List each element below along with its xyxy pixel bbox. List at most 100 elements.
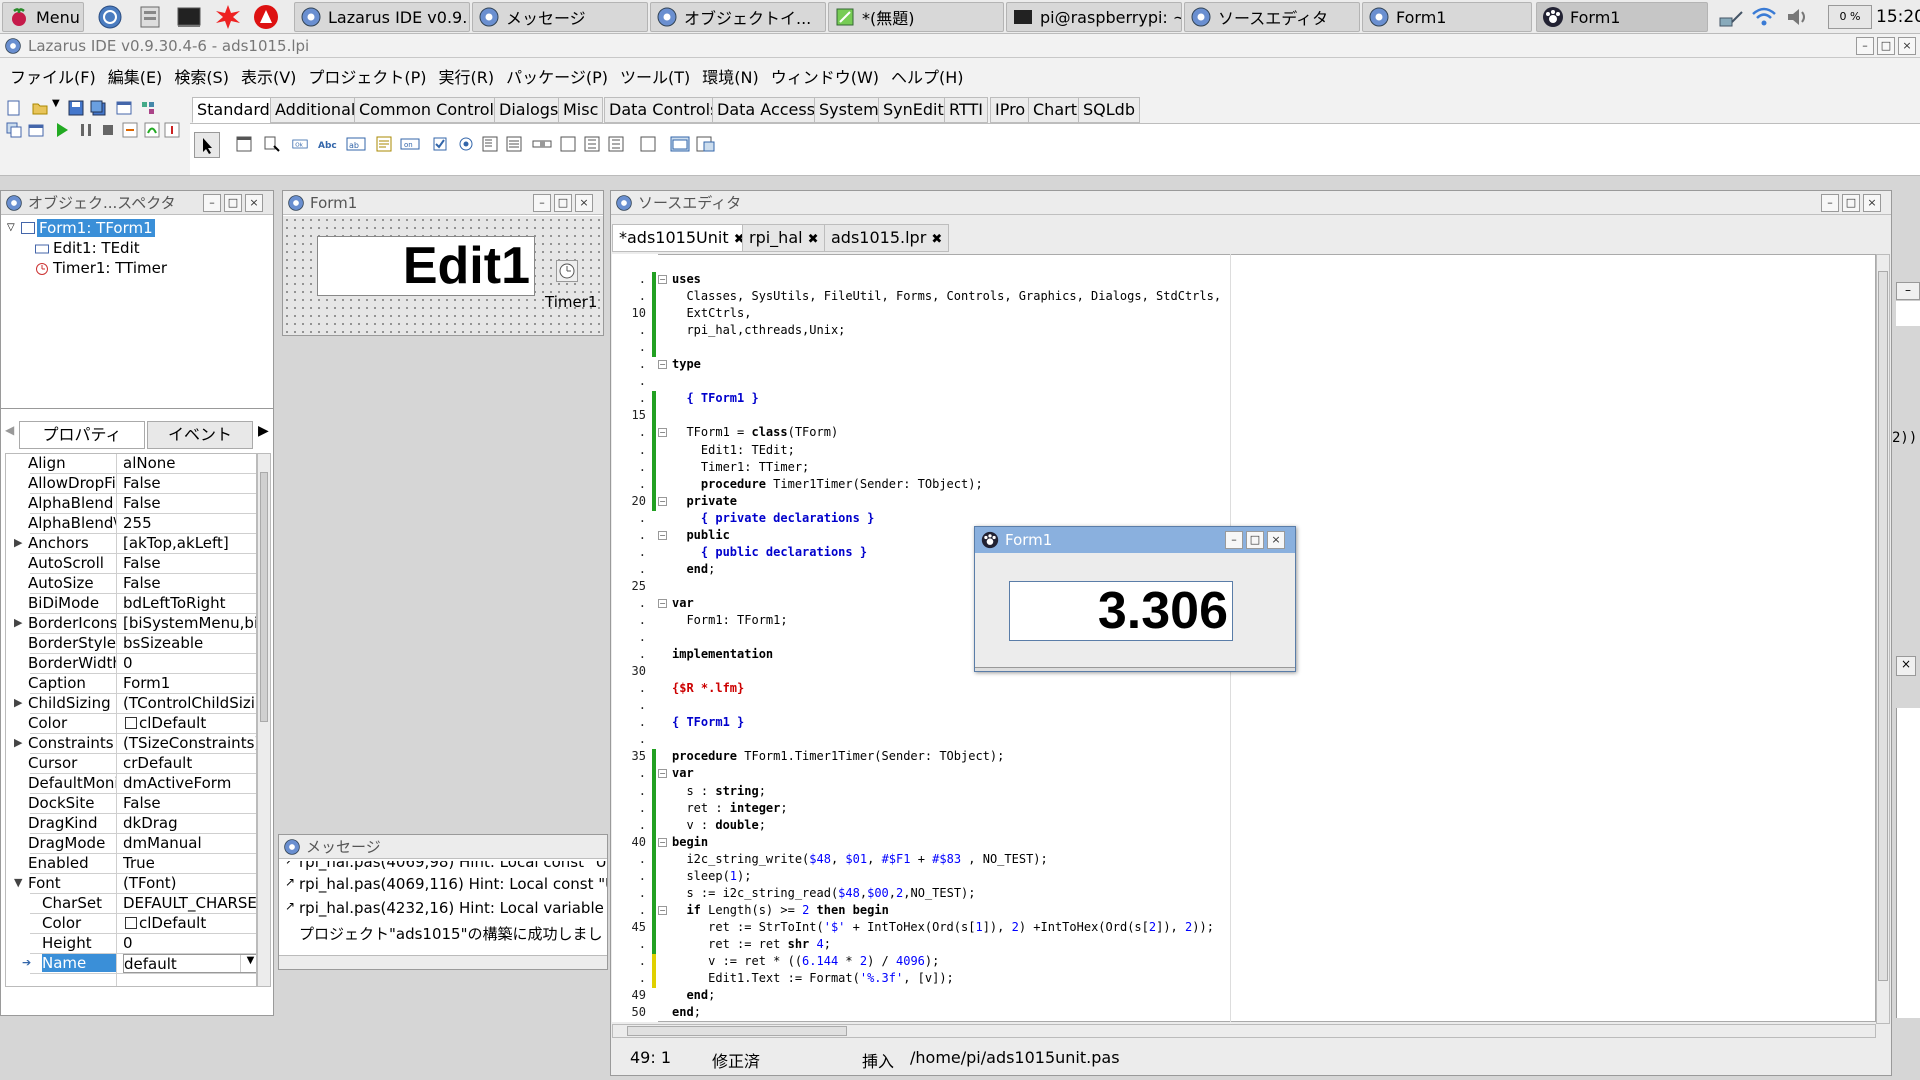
fold-toggle-icon[interactable]: − bbox=[658, 496, 667, 506]
property-value[interactable]: bdLeftToRight bbox=[123, 594, 256, 612]
fold-toggle-icon[interactable]: − bbox=[658, 837, 667, 847]
tab-common-controls[interactable]: Common Controls bbox=[354, 97, 508, 123]
property-row[interactable]: DragKind dkDrag bbox=[6, 814, 236, 834]
tradiobutton-icon[interactable] bbox=[458, 136, 474, 152]
code-line[interactable]: implementation bbox=[672, 647, 773, 664]
property-row[interactable]: CharSet DEFAULT_CHARSE bbox=[6, 894, 256, 914]
close-button[interactable]: × bbox=[575, 194, 593, 212]
expand-icon[interactable]: ▶ bbox=[14, 616, 22, 629]
burst-icon[interactable] bbox=[214, 3, 242, 31]
tbutton-icon[interactable]: Ok bbox=[292, 136, 308, 152]
code-line[interactable]: ret := StrToInt('$' + IntToHex(Ord(s[1])… bbox=[672, 920, 1214, 937]
property-value[interactable]: 0 bbox=[123, 654, 256, 672]
tcheckgroup-icon[interactable] bbox=[608, 136, 624, 152]
tab-dialogs[interactable]: Dialogs bbox=[494, 97, 564, 123]
step-into-icon[interactable] bbox=[122, 122, 138, 138]
editor-tab-ads1015unit[interactable]: *ads1015Unit ✖ bbox=[612, 224, 752, 252]
collapse-icon[interactable]: ▽ bbox=[7, 222, 15, 233]
property-value[interactable]: dmManual bbox=[123, 834, 256, 852]
options-icon[interactable] bbox=[140, 100, 156, 116]
tgroupbox-icon[interactable] bbox=[560, 136, 576, 152]
taskbar-form1-design[interactable]: Form1 bbox=[1362, 2, 1532, 32]
property-row[interactable]: DragMode dmManual bbox=[6, 834, 236, 854]
property-value[interactable]: 0 bbox=[123, 934, 256, 952]
minimize-button[interactable]: – bbox=[1225, 531, 1243, 549]
maximize-button[interactable]: □ bbox=[1877, 37, 1895, 55]
code-line[interactable]: Edit1: TEdit; bbox=[672, 443, 795, 460]
tradiogroup-icon[interactable] bbox=[584, 136, 600, 152]
code-line[interactable]: procedure Timer1Timer(Sender: TObject); bbox=[672, 477, 983, 494]
property-row[interactable]: ▼ Font (TFont) bbox=[6, 874, 236, 894]
property-row[interactable]: BiDiMode bdLeftToRight bbox=[6, 594, 236, 614]
code-line[interactable]: s : string; bbox=[672, 784, 766, 801]
property-row[interactable]: BorderStyle bsSizeable bbox=[6, 634, 236, 654]
new-form-icon[interactable] bbox=[116, 100, 132, 116]
property-row[interactable]: AllowDropFi False bbox=[6, 474, 236, 494]
save-all-icon[interactable] bbox=[90, 100, 106, 116]
code-line[interactable]: Classes, SysUtils, FileUtil, Forms, Cont… bbox=[672, 289, 1221, 306]
fold-toggle-icon[interactable]: − bbox=[658, 530, 667, 540]
property-row[interactable]: Cursor crDefault bbox=[6, 754, 236, 774]
property-value[interactable]: clDefault bbox=[123, 914, 256, 932]
tcombobox-icon[interactable] bbox=[506, 136, 522, 152]
property-value[interactable]: False bbox=[123, 494, 256, 512]
menu-search[interactable]: 検索(S) bbox=[168, 64, 235, 88]
menu-help[interactable]: ヘルプ(H) bbox=[885, 64, 970, 88]
maximize-button[interactable]: □ bbox=[224, 194, 242, 212]
maximize-button[interactable]: □ bbox=[1246, 531, 1264, 549]
code-line[interactable]: sleep(1); bbox=[672, 869, 751, 886]
property-scrollbar[interactable] bbox=[257, 453, 271, 987]
property-row[interactable]: ▶ ChildSizing (TControlChildSizin bbox=[6, 694, 256, 714]
code-line[interactable]: s := i2c_string_read($48,$00,2,NO_TEST); bbox=[672, 886, 975, 903]
open-recent-dropdown-icon[interactable]: ▼ bbox=[52, 98, 60, 109]
pause-icon[interactable] bbox=[78, 122, 94, 138]
fold-toggle-icon[interactable]: − bbox=[658, 360, 667, 370]
property-row[interactable]: Color clDefault bbox=[6, 914, 236, 934]
property-row[interactable]: BorderWidth 0 bbox=[6, 654, 236, 674]
cpu-monitor[interactable]: 0 % bbox=[1828, 5, 1872, 29]
editor-tab-rpi-hal[interactable]: rpi_hal ✖ bbox=[742, 224, 826, 252]
menu-run[interactable]: 実行(R) bbox=[433, 64, 501, 88]
splitter[interactable] bbox=[1, 408, 273, 409]
code-line[interactable]: public bbox=[672, 528, 729, 545]
code-line[interactable]: v := ret * ((6.144 * 2) / 4096); bbox=[672, 954, 939, 971]
code-line[interactable]: ret := ret shr 4; bbox=[672, 937, 831, 954]
tab-scroll-right-icon[interactable]: ▶ bbox=[258, 423, 269, 439]
code-line[interactable]: i2c_string_write($48, $01, #$F1 + #$83 ,… bbox=[672, 852, 1047, 869]
wolfram-icon[interactable] bbox=[252, 3, 280, 31]
property-value[interactable]: False bbox=[123, 554, 256, 572]
message-line[interactable]: rpi_hal.pas(4232,16) Hint: Local variabl… bbox=[299, 899, 607, 917]
menu-package[interactable]: パッケージ(P) bbox=[500, 64, 614, 88]
network-icon[interactable] bbox=[1718, 6, 1746, 28]
background-window-close[interactable]: × bbox=[1896, 656, 1916, 676]
open-icon[interactable] bbox=[32, 100, 48, 116]
menu-view[interactable]: 表示(V) bbox=[235, 64, 302, 88]
code-line[interactable]: private bbox=[672, 494, 737, 511]
menu-edit[interactable]: 編集(E) bbox=[102, 64, 169, 88]
tmemo-icon[interactable] bbox=[376, 136, 392, 152]
tlabel-icon[interactable]: Abc bbox=[318, 136, 338, 152]
taskbar-untitled[interactable]: *(無題) bbox=[828, 2, 1004, 32]
tab-additional[interactable]: Additional bbox=[270, 97, 361, 123]
property-value[interactable]: alNone bbox=[123, 454, 256, 472]
volume-icon[interactable] bbox=[1784, 6, 1812, 28]
code-line[interactable]: rpi_hal,cthreads,Unix; bbox=[672, 323, 845, 340]
expand-icon[interactable]: ▶ bbox=[14, 536, 22, 549]
wifi-icon[interactable] bbox=[1750, 6, 1778, 28]
file-manager-icon[interactable] bbox=[136, 3, 164, 31]
code-line[interactable]: end; bbox=[672, 1005, 701, 1022]
fold-toggle-icon[interactable]: − bbox=[658, 275, 667, 284]
expand-icon[interactable]: ▶ bbox=[14, 736, 22, 749]
property-value[interactable]: Form1 bbox=[123, 674, 256, 692]
tactionlist-icon[interactable] bbox=[696, 136, 716, 152]
fold-toggle-icon[interactable]: − bbox=[658, 769, 667, 779]
property-row[interactable]: AutoScroll False bbox=[6, 554, 236, 574]
code-line[interactable]: TForm1 = class(TForm) bbox=[672, 425, 838, 442]
minimize-button[interactable]: – bbox=[203, 194, 221, 212]
menu-tools[interactable]: ツール(T) bbox=[614, 64, 696, 88]
view-forms-icon[interactable] bbox=[28, 122, 44, 138]
property-row[interactable]: Align alNone bbox=[6, 454, 236, 474]
tab-properties[interactable]: プロパティ bbox=[19, 421, 145, 449]
code-line[interactable]: end; bbox=[672, 562, 715, 579]
save-icon[interactable] bbox=[68, 100, 84, 116]
